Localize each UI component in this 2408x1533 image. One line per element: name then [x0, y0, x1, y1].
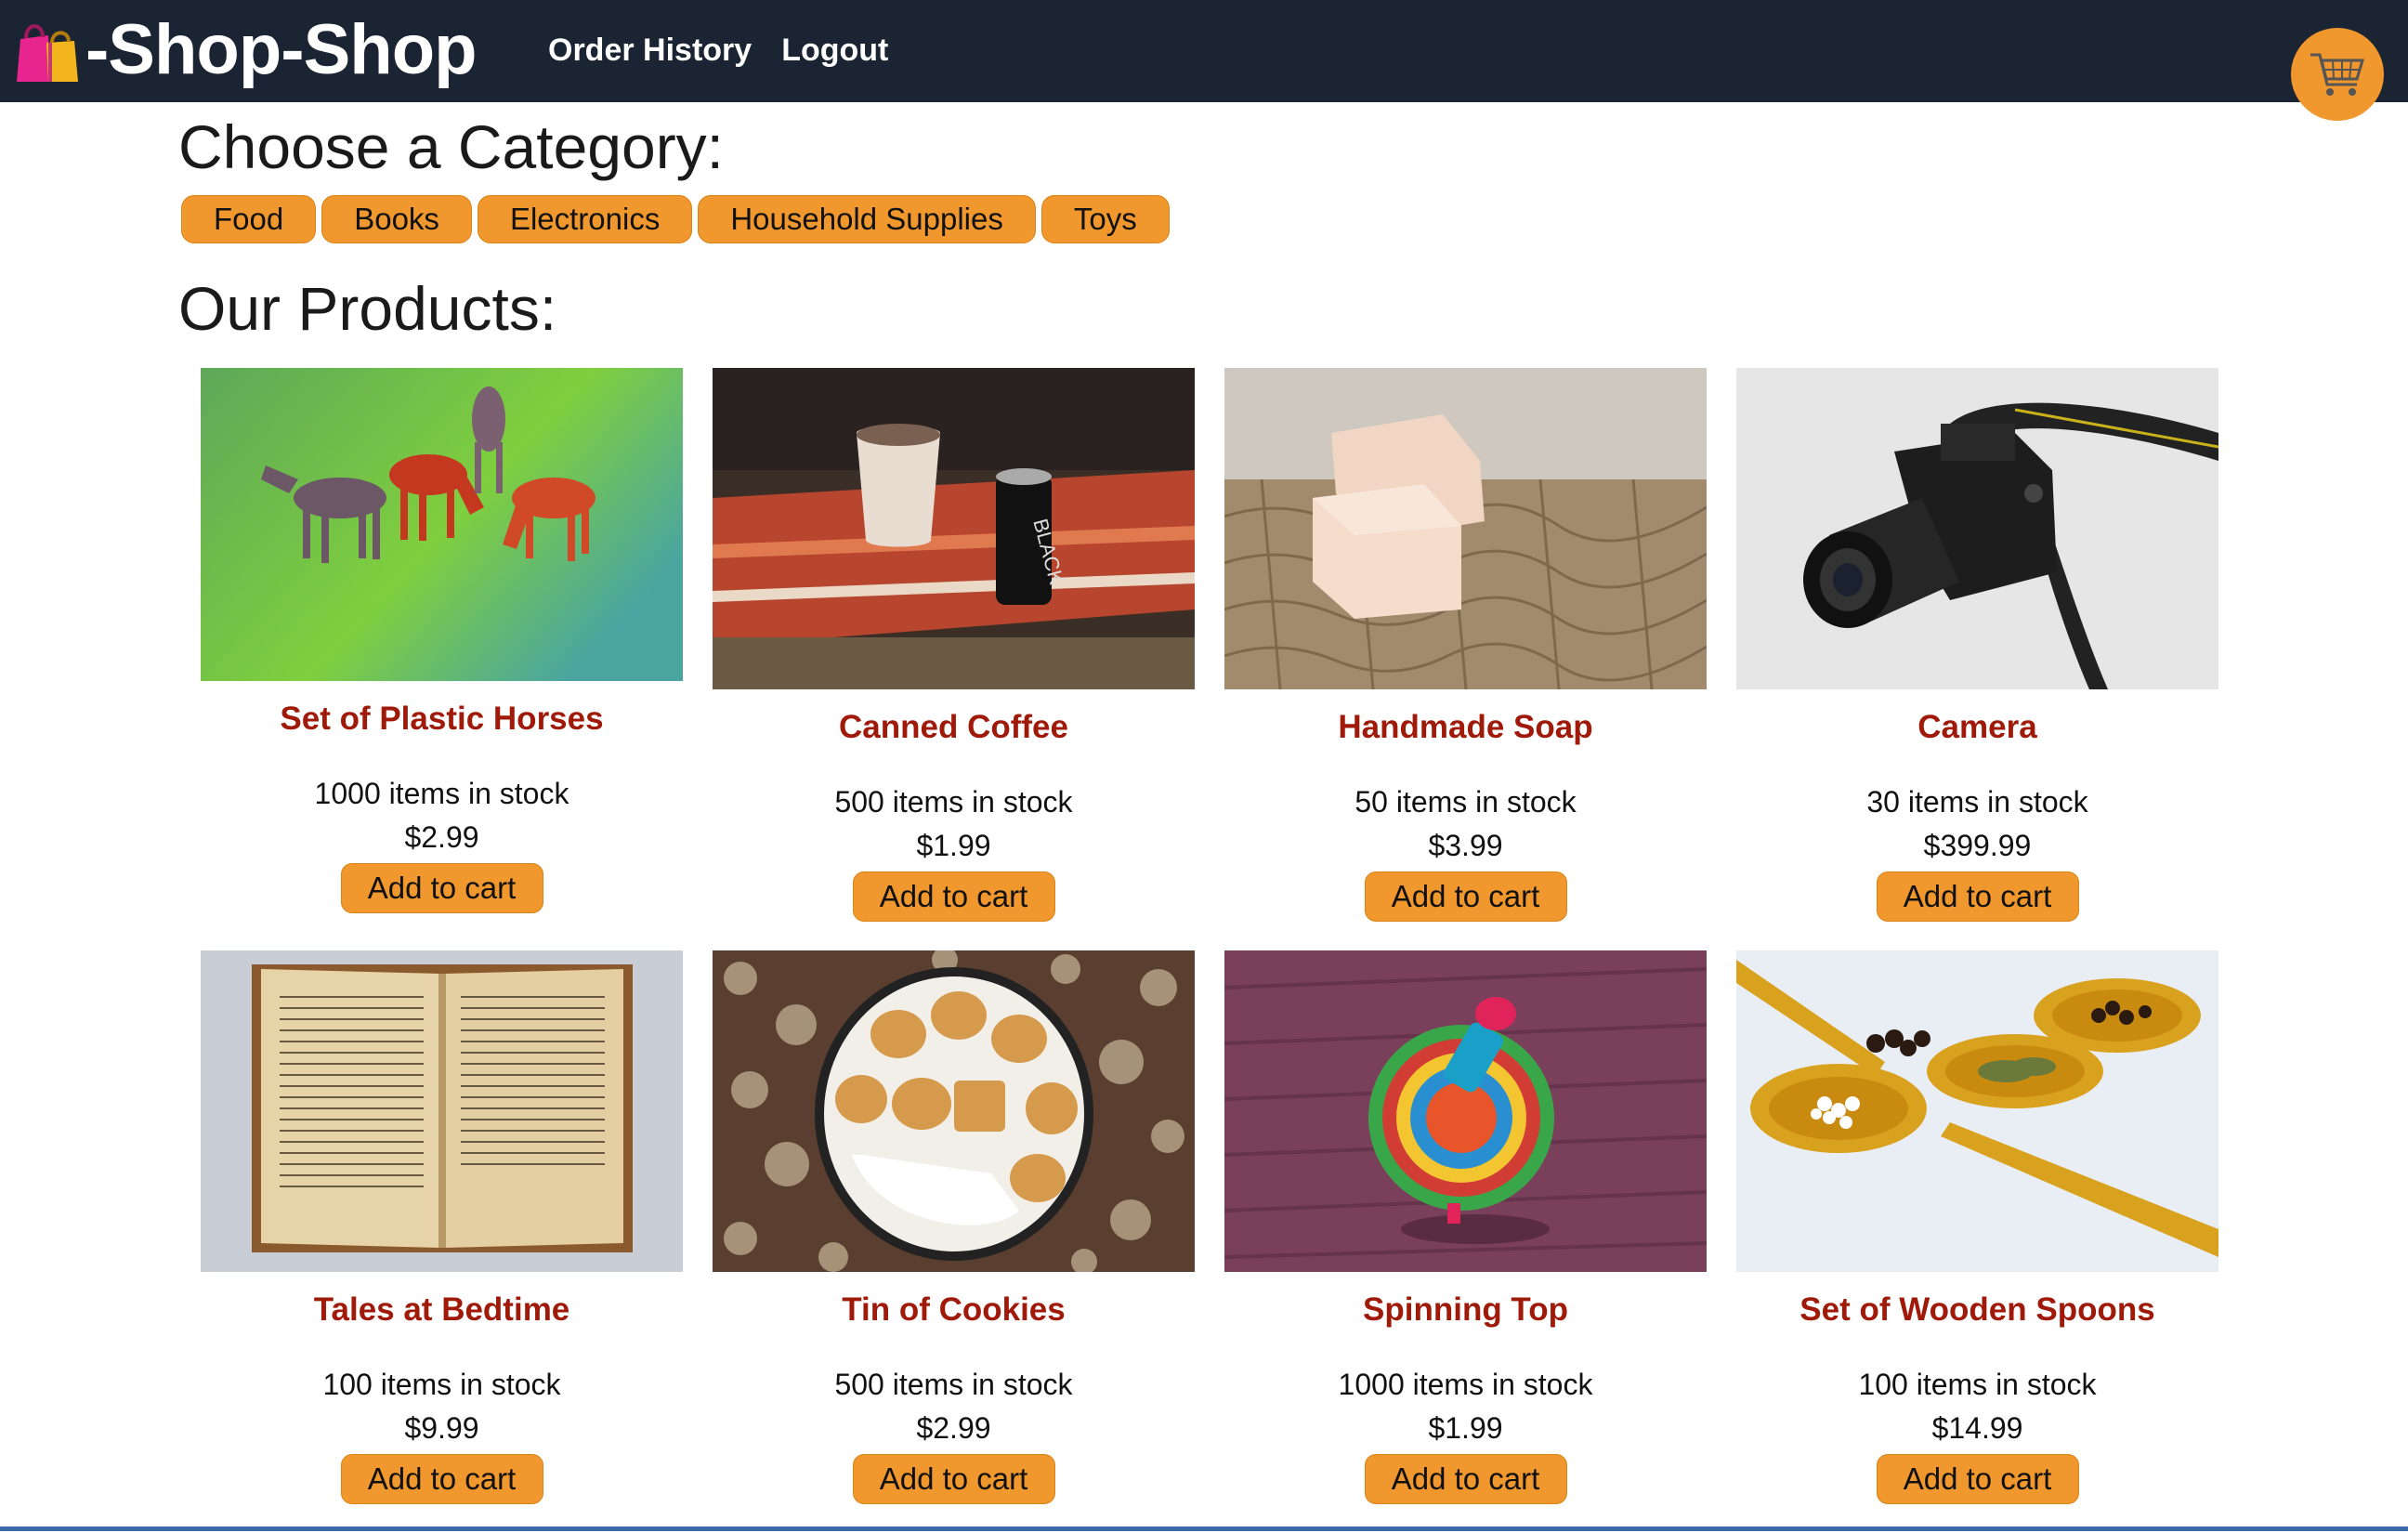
product-name[interactable]: Spinning Top [1363, 1287, 1568, 1333]
product-image-handmade-soap[interactable] [1224, 368, 1707, 689]
product-price: $2.99 [404, 820, 479, 854]
product-image-canned-coffee[interactable]: BLACK [713, 368, 1195, 689]
product-stock: 100 items in stock [1858, 1368, 2097, 1401]
product-card: Tales at Bedtime 100 items in stock $9.9… [186, 950, 698, 1533]
product-price: $399.99 [1923, 829, 2032, 862]
main-nav: Order History Logout [548, 26, 888, 74]
shopping-bags-icon [17, 24, 78, 82]
product-card: Tin of Cookies 500 items in stock $2.99 … [698, 950, 1210, 1533]
category-food-button[interactable]: Food [181, 195, 317, 243]
products-heading: Our Products: [178, 274, 557, 343]
add-to-cart-button[interactable]: Add to cart [1364, 871, 1567, 922]
product-card: Set of Plastic Horses 1000 items in stoc… [186, 368, 698, 950]
product-price: $14.99 [1931, 1411, 2023, 1445]
product-image-wooden-spoons[interactable] [1736, 950, 2218, 1272]
product-stock: 50 items in stock [1354, 785, 1577, 819]
product-name[interactable]: Handmade Soap [1338, 704, 1592, 751]
product-card: Camera 30 items in stock $399.99 Add to … [1721, 368, 2233, 950]
add-to-cart-button[interactable]: Add to cart [1876, 871, 2079, 922]
cart-button[interactable] [2291, 28, 2384, 121]
product-price: $2.99 [916, 1411, 991, 1445]
add-to-cart-button[interactable]: Add to cart [1876, 1454, 2079, 1504]
product-stock: 500 items in stock [834, 785, 1073, 819]
product-name[interactable]: Set of Wooden Spoons [1799, 1287, 2154, 1333]
product-price: $1.99 [1428, 1411, 1503, 1445]
product-name[interactable]: Tin of Cookies [842, 1287, 1066, 1333]
category-household-button[interactable]: Household Supplies [698, 195, 1036, 243]
product-image-open-book[interactable] [201, 950, 683, 1272]
category-electronics-button[interactable]: Electronics [477, 195, 693, 243]
brand-name: -Shop-Shop [85, 10, 478, 89]
product-name[interactable]: Camera [1917, 704, 2036, 751]
product-image-camera[interactable] [1736, 368, 2218, 689]
add-to-cart-button[interactable]: Add to cart [1364, 1454, 1567, 1504]
shopping-cart-icon [2310, 53, 2365, 96]
add-to-cart-button[interactable]: Add to cart [340, 863, 543, 913]
product-card: BLACK Canned Coffee 500 items in stock $… [698, 368, 1210, 950]
product-stock: 1000 items in stock [1338, 1368, 1593, 1401]
product-image-plastic-horses[interactable] [201, 368, 683, 681]
nav-order-history[interactable]: Order History [548, 26, 752, 74]
add-to-cart-button[interactable]: Add to cart [852, 1454, 1055, 1504]
add-to-cart-button[interactable]: Add to cart [852, 871, 1055, 922]
category-books-button[interactable]: Books [321, 195, 472, 243]
product-stock: 500 items in stock [834, 1368, 1073, 1401]
product-stock: 100 items in stock [322, 1368, 561, 1401]
brand[interactable]: -Shop-Shop [11, 7, 478, 93]
product-image-spinning-top[interactable] [1224, 950, 1707, 1272]
product-card: Set of Wooden Spoons 100 items in stock … [1721, 950, 2233, 1533]
product-price: $1.99 [916, 829, 991, 862]
bottom-border [0, 1526, 2408, 1531]
product-stock: 1000 items in stock [314, 777, 569, 810]
product-name[interactable]: Set of Plastic Horses [280, 696, 603, 742]
category-heading: Choose a Category: [178, 112, 725, 181]
category-toys-button[interactable]: Toys [1040, 195, 1170, 243]
product-card: Handmade Soap 50 items in stock $3.99 Ad… [1210, 368, 1721, 950]
product-card: Spinning Top 1000 items in stock $1.99 A… [1210, 950, 1721, 1533]
product-grid: Set of Plastic Horses 1000 items in stoc… [186, 368, 2230, 1533]
product-name[interactable]: Canned Coffee [839, 704, 1068, 751]
product-price: $3.99 [1428, 829, 1503, 862]
category-list: Food Books Electronics Household Supplie… [181, 195, 1170, 243]
add-to-cart-button[interactable]: Add to cart [340, 1454, 543, 1504]
product-stock: 30 items in stock [1866, 785, 2088, 819]
nav-logout[interactable]: Logout [781, 26, 888, 74]
product-price: $9.99 [404, 1411, 479, 1445]
top-navbar: -Shop-Shop Order History Logout [0, 0, 2408, 121]
product-image-cookie-tin[interactable] [713, 950, 1195, 1272]
product-name[interactable]: Tales at Bedtime [314, 1287, 570, 1333]
